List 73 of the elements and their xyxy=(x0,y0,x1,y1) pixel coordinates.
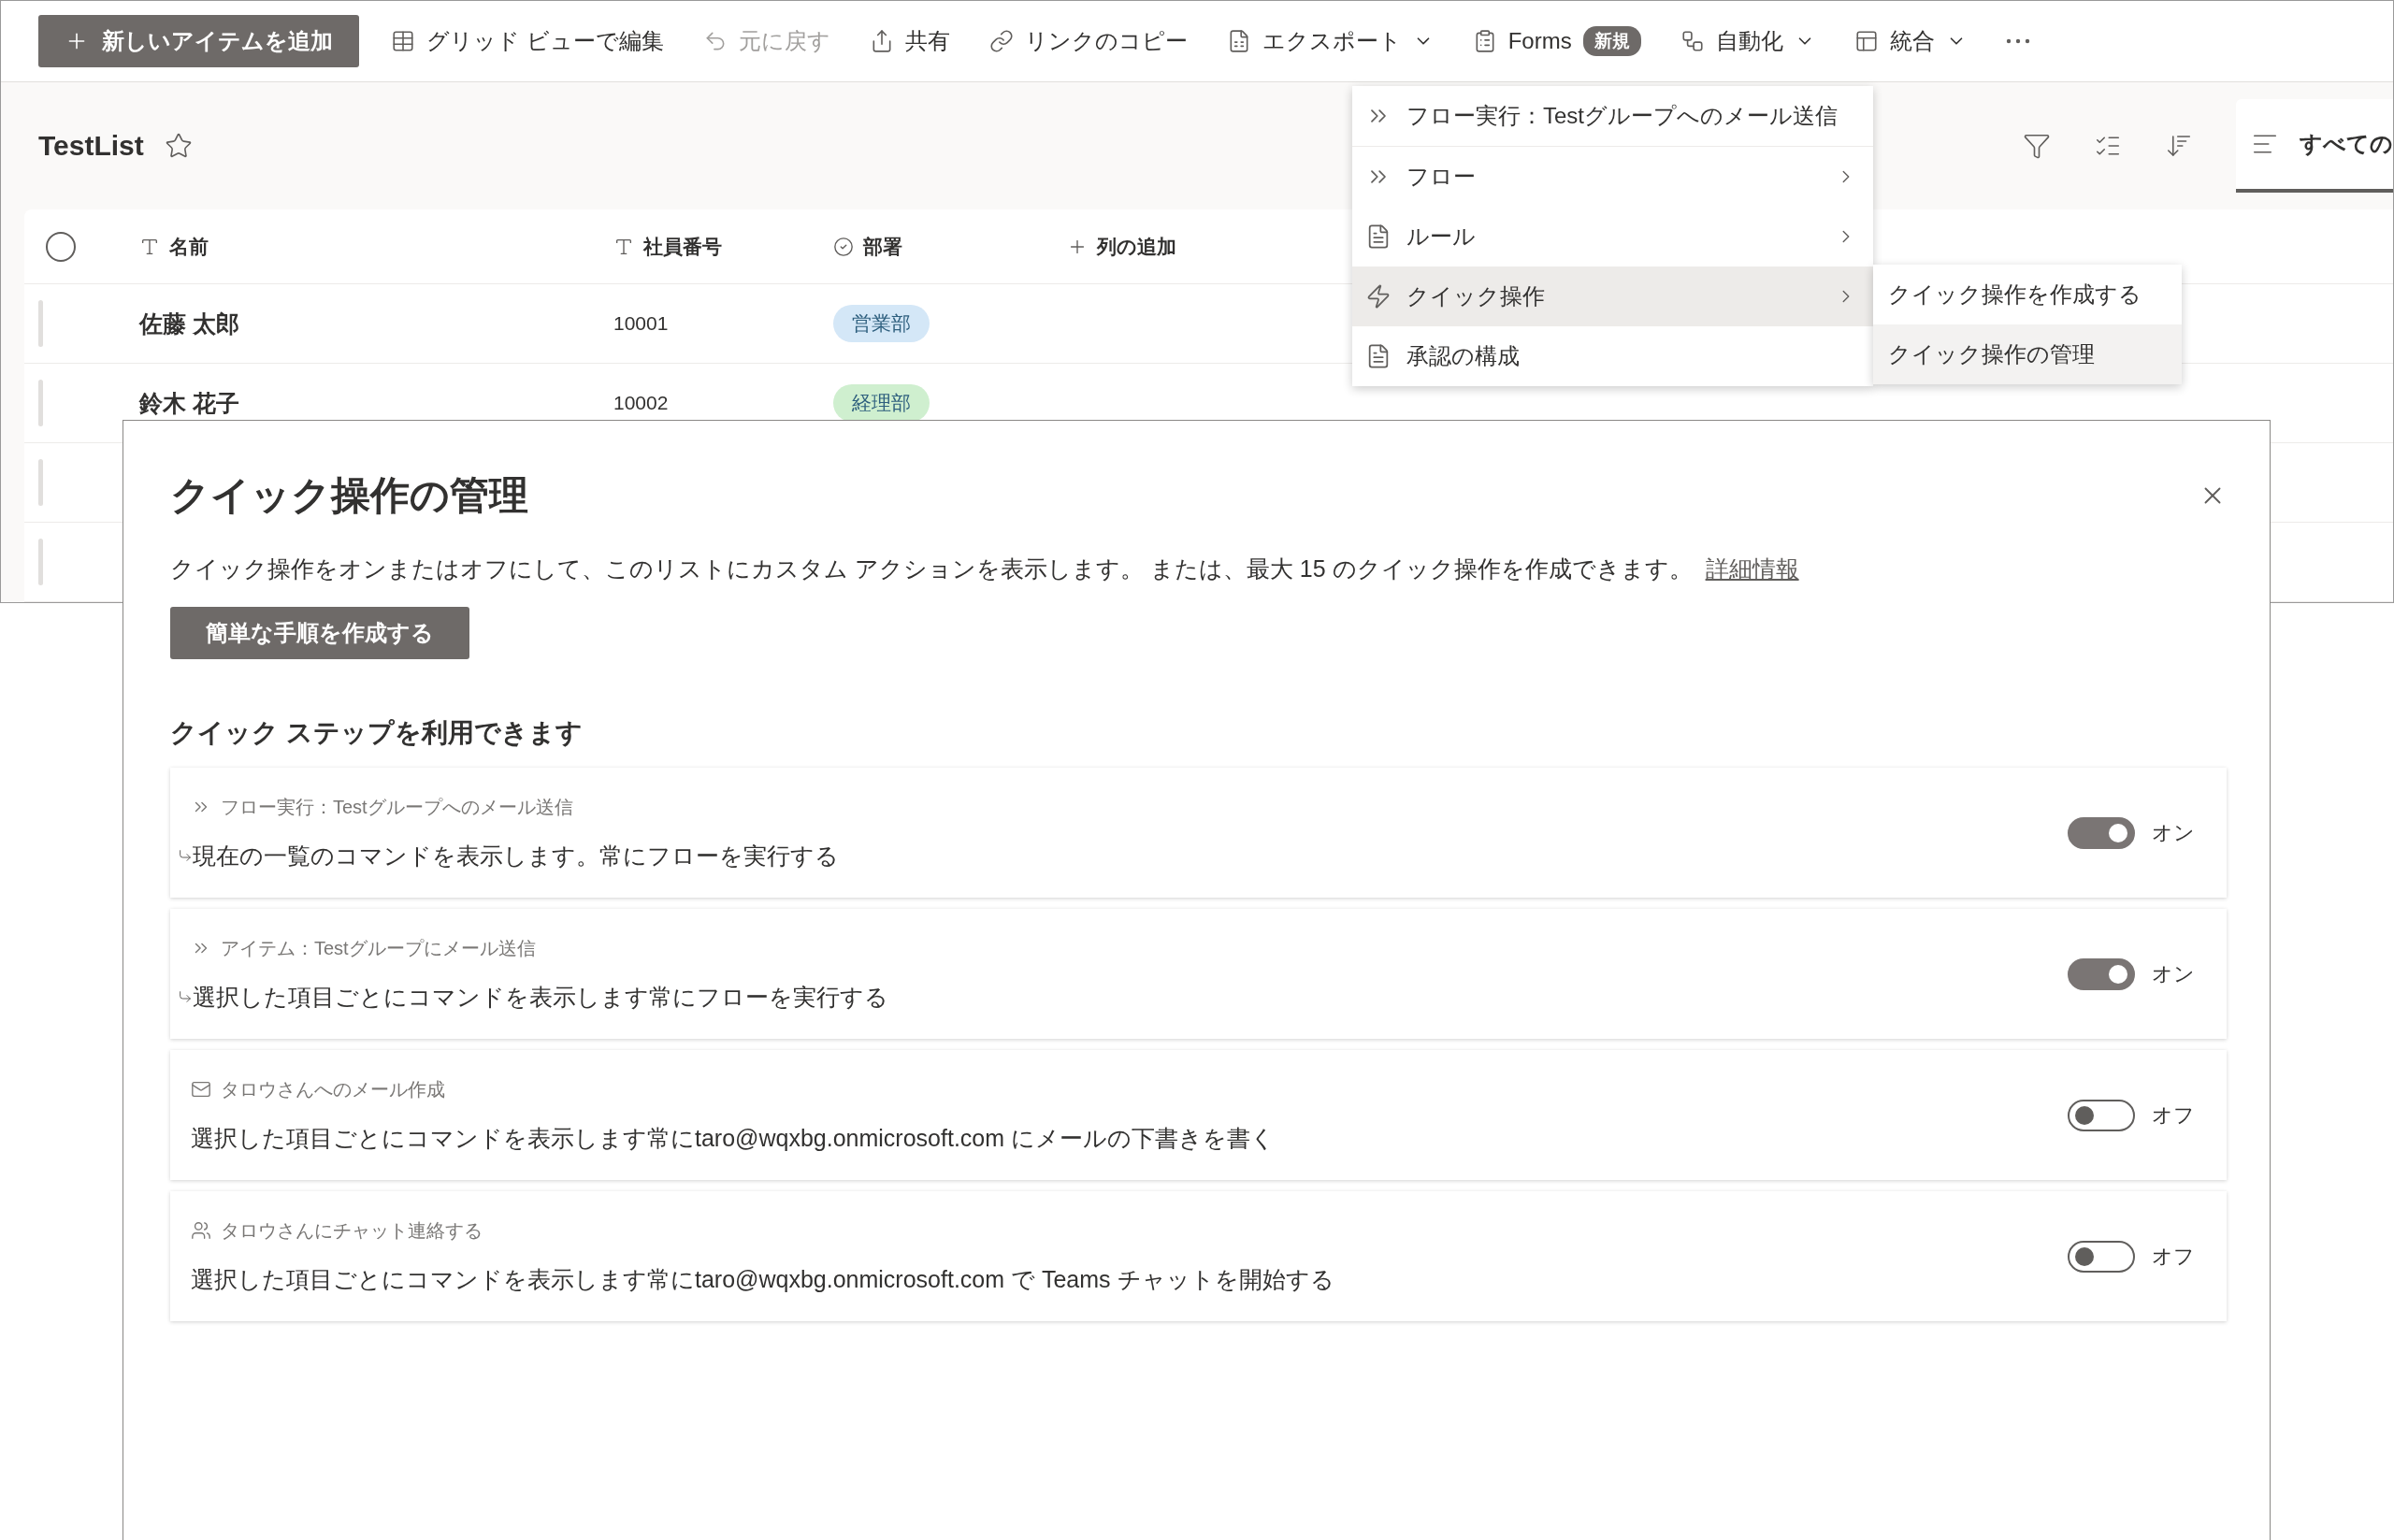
learn-more-link[interactable]: 詳細情報 xyxy=(1705,555,1799,582)
view-tab[interactable]: すべての xyxy=(2236,98,2393,193)
toolbar-button[interactable]: Forms 新規 xyxy=(1464,14,1649,67)
new-item-button[interactable]: 新しいアイテムを追加 xyxy=(38,14,359,67)
menu-label: フロー実行：Testグループへのメール送信 xyxy=(1406,102,1839,130)
row-handle[interactable] xyxy=(38,539,43,585)
people-icon xyxy=(191,1220,211,1241)
toggle-label: オフ xyxy=(2152,1101,2196,1129)
select-all-circle[interactable] xyxy=(46,231,76,262)
toggle-switch[interactable] xyxy=(2068,816,2135,849)
toggle-switch[interactable] xyxy=(2068,1240,2135,1273)
choice-column-icon xyxy=(833,236,854,257)
star-icon[interactable] xyxy=(164,131,193,160)
dialog-description: クイック操作をオンまたはオフにして、このリストにカスタム アクションを表示します。 または、最大 15 のクイック操作を作成できます。 詳細情報 xyxy=(170,554,1800,583)
menu-item[interactable]: 承認の構成 xyxy=(1352,326,1873,386)
toolbar-button[interactable]: 共有 xyxy=(861,14,958,67)
menu-item[interactable]: フロー xyxy=(1352,147,1873,207)
toggle-label: オフ xyxy=(2152,1243,2196,1270)
menu-label: ルール xyxy=(1406,223,1477,251)
toggle-label: オン xyxy=(2152,960,2196,987)
lightning-icon xyxy=(1365,283,1392,309)
section-title: クイック ステップを利用できます xyxy=(170,717,584,749)
name-cell-text: 佐藤 太郎 xyxy=(139,309,240,338)
toolbar-button[interactable]: 自動化 xyxy=(1672,14,1823,67)
panels-icon xyxy=(1853,28,1879,53)
mail-icon xyxy=(191,1079,211,1100)
toolbar-button[interactable]: エクスポート xyxy=(1219,14,1441,67)
step-title: タロウさんへのメール作成 xyxy=(221,1077,445,1101)
step-title: フロー実行：Testグループへのメール送信 xyxy=(221,795,573,819)
step-description: 現在の一覧のコマンドを表示します。常にフローを実行する xyxy=(193,841,839,871)
column-header[interactable]: 名前 xyxy=(139,233,209,260)
create-step-button[interactable]: 簡単な手順を作成する xyxy=(170,607,469,659)
row-handle[interactable] xyxy=(38,459,43,506)
submenu-item[interactable]: クイック操作の管理 xyxy=(1873,324,2182,384)
column-label: 名前 xyxy=(169,234,209,259)
step-title: タロウさんにチャット連絡する xyxy=(221,1218,483,1243)
column-label: 部署 xyxy=(863,234,902,259)
link-icon xyxy=(988,28,1014,53)
column-header[interactable]: 部署 xyxy=(833,233,902,260)
menu-item[interactable]: ルール xyxy=(1352,207,1873,266)
step-description: 選択した項目ごとにコマンドを表示します常にフローを実行する xyxy=(193,982,888,1012)
step-description: 選択した項目ごとにコマンドを表示します常にtaro@wqxbg.onmicrosoft.com にメールの下書きを書く xyxy=(191,1123,1275,1153)
dialog-title: クイック操作の管理 xyxy=(170,472,528,519)
column-header[interactable]: 社員番号 xyxy=(613,233,722,260)
toggle-switch[interactable] xyxy=(2068,957,2135,990)
department-tag: 経理部 xyxy=(833,384,930,422)
menu-label: フロー xyxy=(1406,163,1477,191)
row-handle[interactable] xyxy=(38,300,43,347)
menu-label: クイック操作 xyxy=(1406,282,1546,310)
toolbar-button[interactable]: グリッド ビューで編集 xyxy=(383,14,671,67)
menu-label: 承認の構成 xyxy=(1406,342,1521,370)
list-title: TestList xyxy=(38,129,144,162)
workflow-icon xyxy=(1680,28,1705,53)
id-cell-text: 10001 xyxy=(613,312,670,335)
department-tag: 営業部 xyxy=(833,305,930,342)
toolbar-button[interactable]: 統合 xyxy=(1846,14,1974,67)
row-handle[interactable] xyxy=(38,380,43,426)
step-title: アイテム：Testグループにメール送信 xyxy=(221,936,536,960)
new-badge: 新規 xyxy=(1582,25,1641,56)
menu-item[interactable]: フロー実行：Testグループへのメール送信 xyxy=(1352,86,1873,146)
toggle-switch[interactable] xyxy=(2068,1099,2135,1131)
menu-item[interactable]: クイック操作 xyxy=(1352,266,1873,326)
column-label: 列の追加 xyxy=(1097,234,1176,259)
toggle-label: オン xyxy=(2152,819,2196,846)
more-icon[interactable] xyxy=(2005,37,2030,44)
name-cell-text: 鈴木 花子 xyxy=(139,388,240,418)
table-icon xyxy=(391,28,415,53)
id-cell-text: 10002 xyxy=(613,392,670,414)
step-description: 選択した項目ごとにコマンドを表示します常にtaro@wqxbg.onmicrosoft.com で Teams チャットを開始する xyxy=(191,1264,1334,1294)
submenu-item[interactable]: クイック操作を作成する xyxy=(1873,265,2182,324)
column-header[interactable]: 列の追加 xyxy=(1067,233,1176,260)
column-label: 社員番号 xyxy=(643,234,722,259)
toolbar-button[interactable]: リンクのコピー xyxy=(981,14,1195,67)
